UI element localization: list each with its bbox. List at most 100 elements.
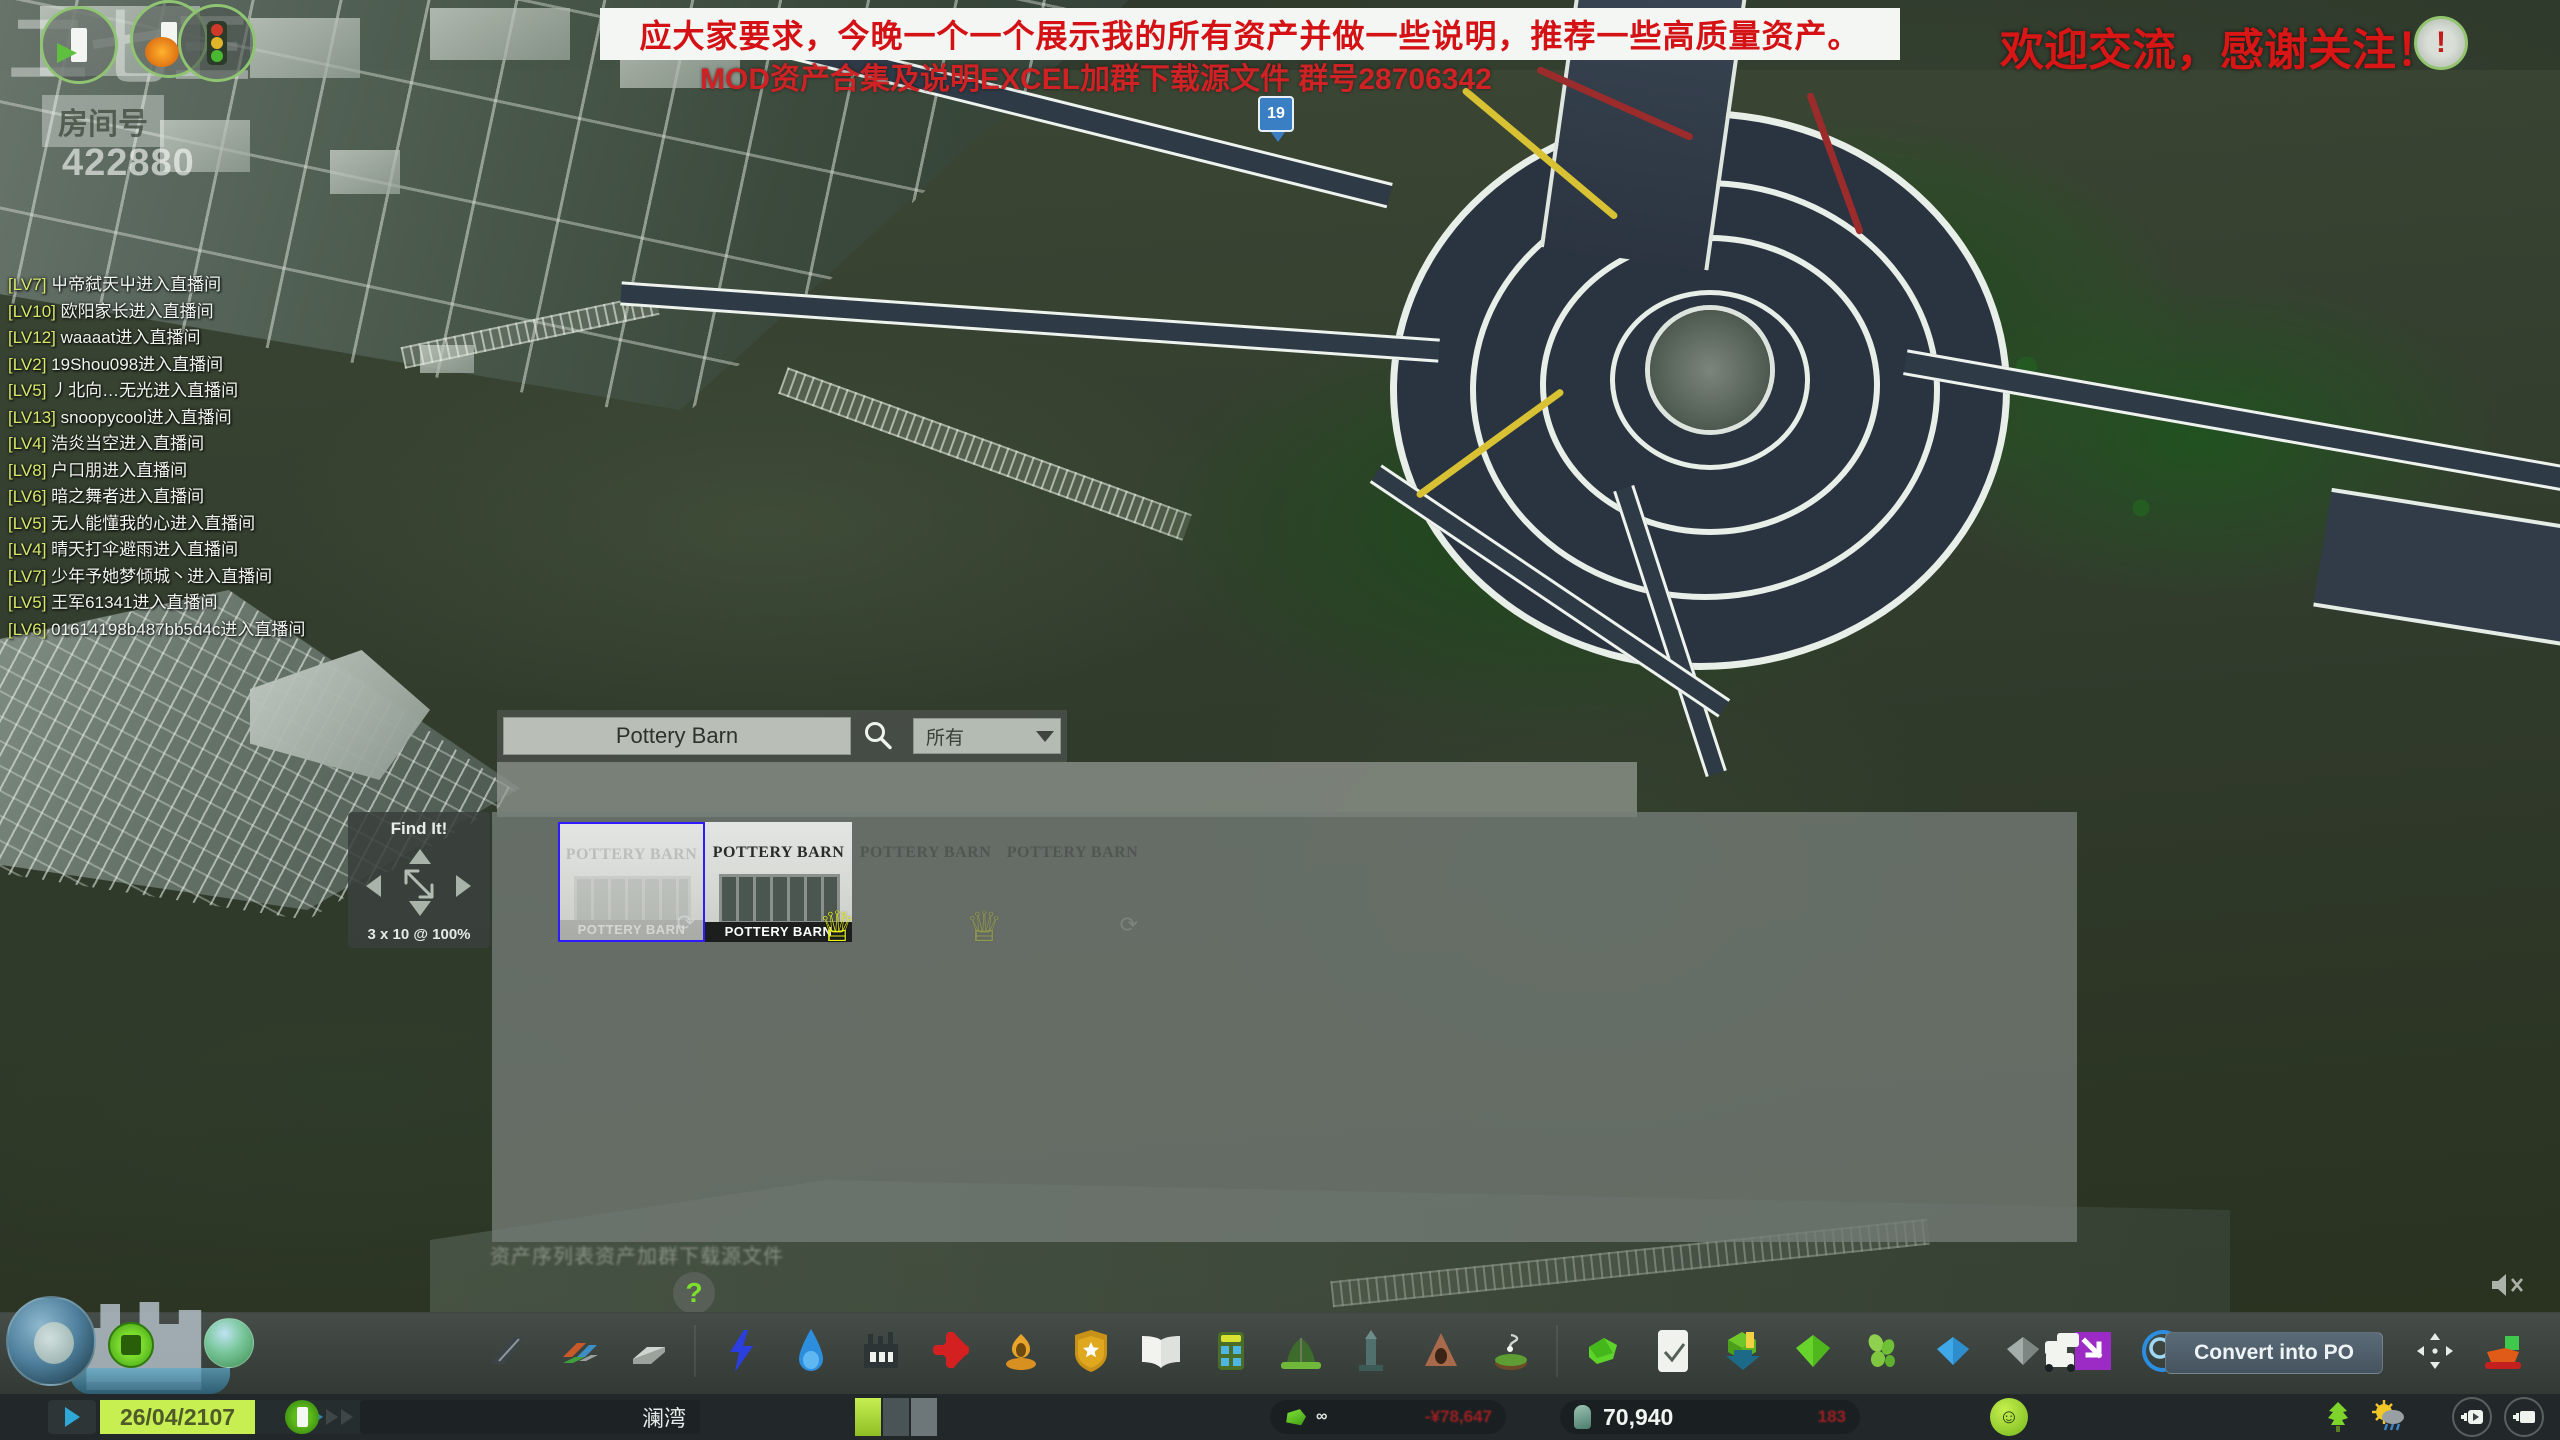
move-it-icon[interactable] [2404, 1318, 2466, 1384]
category-filter-value: 所有 [926, 727, 965, 749]
chat-message: [LV7] 少年予她梦倾城丶进入直播间 [8, 564, 308, 591]
resize-diagonal-icon[interactable] [402, 867, 436, 901]
toolbar-divider [1556, 1325, 1558, 1377]
chat-message: [LV7] 屮帝弑天屮进入直播间 [8, 272, 308, 299]
chat-level-badge: [LV5] [8, 593, 47, 613]
highway-interchange [620, 0, 2560, 860]
tree-icon[interactable] [2322, 1400, 2354, 1432]
asset-item[interactable]: POTTERY BARN POTTERY BARN ♕ [705, 822, 856, 948]
monument-icon[interactable] [1340, 1318, 1402, 1384]
category-filter-dropdown[interactable]: 所有 [913, 718, 1061, 754]
asset-sign-text: POTTERY BARN [565, 846, 698, 863]
chat-message: [LV12] waaaat进入直播间 [8, 325, 308, 352]
chat-level-badge: [LV12] [8, 328, 56, 348]
water-icon[interactable] [780, 1318, 842, 1384]
chat-message-text: 无人能懂我的心进入直播间 [51, 513, 256, 533]
magnifier-icon[interactable] [855, 714, 901, 758]
police-icon[interactable] [1060, 1318, 1122, 1384]
money-value: ∞ [1316, 1408, 1328, 1425]
gear-alert-icon: ! [2414, 16, 2468, 70]
chat-message: [LV5] 无人能懂我的心进入直播间 [8, 511, 308, 538]
toolbar-icon-row [474, 1318, 2198, 1384]
population-value: 70,940 [1603, 1403, 1674, 1430]
chat-message: [LV10] 欧阳家长进入直播间 [8, 299, 308, 326]
landscape-icon[interactable] [204, 1318, 254, 1368]
fire-department-icon[interactable] [990, 1318, 1052, 1384]
left-arrow-icon[interactable] [366, 875, 381, 897]
blue-diamond-icon[interactable] [1922, 1318, 1984, 1384]
asset-sign-text: POTTERY BARN [712, 844, 845, 861]
crown-icon: ♕ [965, 903, 1003, 950]
weather-sun-rain-icon[interactable] [2372, 1400, 2406, 1432]
down-arrow-icon[interactable] [409, 901, 431, 916]
globe-icon[interactable] [6, 1296, 96, 1386]
chat-level-badge: [LV6] [8, 487, 47, 507]
road-tool-icon[interactable] [478, 1318, 540, 1384]
chat-message-text: 少年予她梦倾城丶进入直播间 [51, 566, 273, 586]
free-camera-icon[interactable] [2504, 1397, 2544, 1437]
find-it-size-label: 3 x 10 @ 100% [367, 926, 471, 943]
asset-grid: POTTERY BARN POTTERY BARN ⟳ POTTERY BARN… [558, 822, 1146, 948]
download-asset-icon[interactable] [1712, 1318, 1774, 1384]
convert-into-po-button[interactable]: Convert into PO [2165, 1332, 2383, 1374]
right-arrow-icon[interactable] [456, 875, 471, 897]
room-label: 房间号 [42, 95, 164, 147]
chat-level-badge: [LV4] [8, 434, 47, 454]
speed-2-icon[interactable] [326, 1409, 338, 1425]
chat-message: [LV2] 19Shou098进入直播间 [8, 352, 308, 379]
play-pause-button[interactable] [48, 1400, 96, 1434]
save-icon[interactable] [108, 1322, 154, 1368]
chat-message-text: waaaat进入直播间 [60, 328, 201, 348]
traffic-light-icon[interactable] [178, 4, 256, 82]
chat-message-text: 19Shou098进入直播间 [51, 354, 224, 374]
asset-item[interactable]: POTTERY BARN ♕ [852, 822, 1003, 948]
zoning-tool-icon[interactable] [548, 1318, 610, 1384]
map-pin[interactable]: 19 [1258, 96, 1294, 142]
dpad-controls [348, 839, 490, 925]
plants-icon[interactable] [1852, 1318, 1914, 1384]
game-screen: 19 二七三 房间号 422880 应大家要 [0, 0, 2560, 1440]
building-block [330, 150, 400, 194]
cinematic-camera-icon[interactable] [2452, 1397, 2492, 1437]
garbage-icon[interactable] [850, 1318, 912, 1384]
landmark-icon[interactable] [1410, 1318, 1472, 1384]
chat-message: [LV5] 王军61341进入直播间 [8, 590, 308, 617]
population-icon [1574, 1405, 1591, 1429]
electricity-icon[interactable] [710, 1318, 772, 1384]
mute-icon[interactable] [2490, 1270, 2526, 1300]
transport-icon[interactable] [1200, 1318, 1262, 1384]
chat-message-text: 晴天打伞避雨进入直播间 [51, 540, 239, 560]
park-icon[interactable] [1270, 1318, 1332, 1384]
find-it-header-strip [497, 762, 1637, 817]
transport-arrow-icon[interactable] [40, 6, 118, 84]
education-icon[interactable] [1130, 1318, 1192, 1384]
population-delta: 183 [1817, 1407, 1846, 1426]
chat-message-text: 暗之舞者进入直播间 [51, 487, 205, 507]
healthcare-icon[interactable] [920, 1318, 982, 1384]
zone-demand-commercial [883, 1398, 909, 1436]
stream-overlay: 二七三 房间号 422880 [0, 0, 300, 190]
city-info-panel[interactable] [0, 1290, 270, 1394]
prop-green-icon[interactable] [1572, 1318, 1634, 1384]
asset-item[interactable]: POTTERY BARN ⟳ [999, 822, 1146, 942]
speed-3-icon[interactable] [341, 1409, 353, 1425]
green-diamond-icon[interactable] [1782, 1318, 1844, 1384]
up-arrow-icon[interactable] [409, 849, 431, 864]
asset-item[interactable]: POTTERY BARN POTTERY BARN ⟳ [558, 822, 705, 942]
happy-face-icon[interactable]: ☺ [1990, 1398, 2028, 1436]
chat-message: [LV8] 户口朋进入直播间 [8, 458, 308, 485]
help-button[interactable]: ? [673, 1272, 715, 1314]
checkmark-icon[interactable] [1642, 1318, 1704, 1384]
toolbar-divider [694, 1325, 696, 1377]
district-tool-icon[interactable] [618, 1318, 680, 1384]
chat-message: [LV5] 丿北向…无光进入直播间 [8, 378, 308, 405]
zone-demand-residential [855, 1398, 881, 1436]
power-icon[interactable] [285, 1400, 319, 1434]
chat-message: [LV13] snoopycool进入直播间 [8, 405, 308, 432]
search-input[interactable] [503, 717, 851, 755]
bulldozer-icon[interactable] [2474, 1318, 2536, 1384]
chat-message: [LV4] 晴天打伞避雨进入直播间 [8, 537, 308, 564]
announcement-subtext: MOD资产合集及说明EXCEL加群下载源文件 群号28706342 [700, 63, 1492, 96]
golf-icon[interactable] [1480, 1318, 1542, 1384]
traffic-manager-icon[interactable] [2030, 1318, 2092, 1384]
